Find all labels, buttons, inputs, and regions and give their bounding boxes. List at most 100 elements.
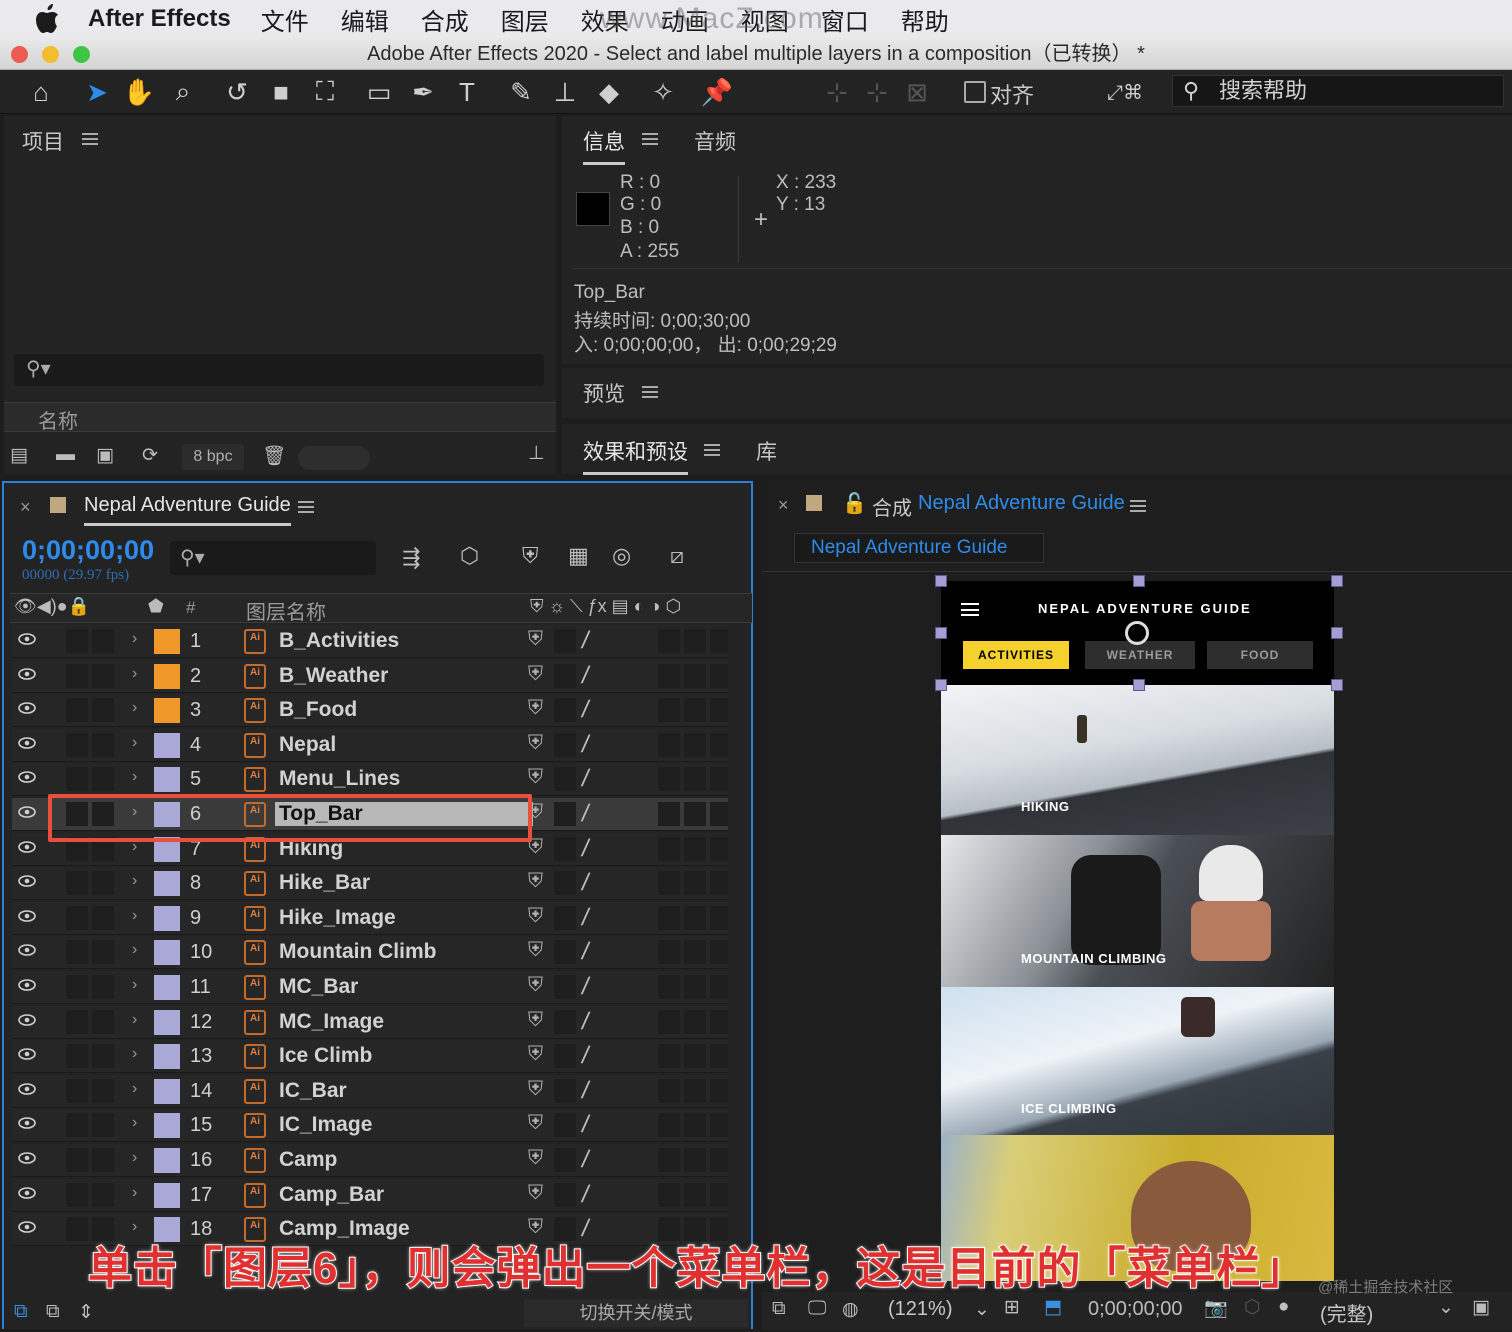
lock-switch[interactable] [92,629,114,653]
lock-switch[interactable] [92,767,114,792]
motion-blur-switch[interactable] [658,767,680,792]
mask-icon[interactable]: ◍ [842,1298,859,1321]
motion-blur-switch[interactable] [658,802,680,826]
layer-label-color[interactable] [154,975,180,1000]
lock-switch[interactable] [92,905,114,930]
solo-switch[interactable] [66,1009,88,1034]
3d-layer-switch[interactable] [710,905,728,930]
quality-switch-icon[interactable]: / [580,1008,591,1036]
chevron-right-icon[interactable]: › [132,1114,137,1132]
menu-window[interactable]: 窗口 [821,2,869,37]
lock-switch[interactable] [92,940,114,965]
motion-blur-switch[interactable] [658,1113,680,1138]
collapse-switch[interactable] [554,663,576,688]
layer-row[interactable]: › 14 Ai IC_Bar ⛨ / [12,1074,728,1108]
adjustment-switch[interactable] [684,767,706,792]
eye-icon[interactable] [18,633,36,645]
axis-view-icon[interactable]: ⊠ [900,76,934,108]
project-search-input[interactable]: ⚲▾ [14,354,544,386]
layer-row[interactable]: › 17 Ai Camp_Bar ⛨ / [12,1178,728,1212]
layer-row[interactable]: › 13 Ai Ice Climb ⛨ / [12,1040,728,1074]
layer-name[interactable]: Ice Climb [279,1044,372,1068]
collapse-switch[interactable] [554,905,576,930]
eye-icon[interactable] [18,1013,36,1026]
layer-row[interactable]: › 15 Ai IC_Image ⛨ / [12,1109,728,1143]
interpret-footage-icon[interactable]: ▤ [10,444,28,467]
grid-guides-icon[interactable]: ⊞ [1004,1296,1020,1319]
motion-blur-switch[interactable] [658,940,680,965]
solo-switch[interactable] [66,732,88,757]
lock-switch[interactable] [92,1113,114,1138]
zoom-dropdown[interactable]: (121%) [888,1298,952,1321]
tab-info[interactable]: 信息 [583,126,625,165]
solo-switch[interactable] [66,975,88,999]
layer-label-color[interactable] [154,1009,180,1035]
chevron-right-icon[interactable]: › [132,734,137,752]
transform-handle[interactable] [1133,679,1145,691]
thumbnail-slider[interactable] [298,446,370,470]
3d-layer-switch[interactable] [710,1009,728,1034]
layer-name[interactable]: Camp [279,1148,337,1172]
layer-label-color[interactable] [154,698,180,724]
type-tool-icon[interactable]: T [450,76,484,108]
layer-label-color[interactable] [154,1078,180,1104]
monitor-icon[interactable]: 🖵 [808,1298,826,1320]
tab-effects-presets[interactable]: 效果和预设 [583,436,688,475]
eye-icon[interactable] [18,1048,36,1060]
chevron-down-icon[interactable]: ⌄ [974,1298,990,1321]
adjustment-switch[interactable] [684,1078,706,1103]
collapse-switch[interactable] [554,975,576,999]
new-composition-icon[interactable]: ▣ [96,444,114,467]
rotate-tool-icon[interactable]: ↺ [220,76,254,108]
eye-icon[interactable] [18,1117,36,1130]
quality-switch-icon[interactable]: / [580,869,591,897]
transform-handle[interactable] [1331,627,1343,639]
3d-layer-switch[interactable] [710,802,728,826]
column-layer-name[interactable]: 图层名称 [246,596,326,625]
zoom-tool-icon[interactable]: ⌕ [166,76,200,108]
quality-switch-icon[interactable]: / [580,1111,591,1139]
3d-layer-switch[interactable] [710,732,728,757]
adjustment-switch[interactable] [684,663,706,688]
motion-blur-switch[interactable] [658,871,680,896]
solo-switch[interactable] [66,1044,88,1069]
adjustment-switch[interactable] [684,1009,706,1034]
menu-app-name[interactable]: After Effects [88,5,231,33]
preview-menu-icon[interactable] [642,386,658,398]
region-of-interest-icon[interactable]: ⬒ [1044,1296,1062,1319]
layer-name[interactable]: Nepal [279,733,336,757]
layer-name[interactable]: IC_Bar [279,1079,347,1103]
quality-switch-icon[interactable]: / [580,1146,591,1174]
nav-weather[interactable]: WEATHER [1085,641,1195,669]
comp-name[interactable]: Nepal Adventure Guide [918,492,1125,515]
transfer-controls-icon[interactable]: ⧉ [46,1301,60,1323]
quality-switch-icon[interactable]: / [580,1077,591,1105]
tab-project[interactable]: 项目 [22,126,64,156]
effects-menu-icon[interactable] [704,444,720,456]
collapse-switch[interactable] [554,802,576,826]
collapse-switch[interactable] [554,767,576,792]
quality-switch-icon[interactable]: / [580,973,591,1001]
hand-tool-icon[interactable]: ✋ [122,76,156,108]
lock-switch[interactable] [92,1148,114,1172]
3d-layer-switch[interactable] [710,629,728,653]
timeline-menu-icon[interactable] [298,501,314,513]
chevron-right-icon[interactable]: › [132,1184,137,1202]
anchor-point-icon[interactable] [1125,621,1149,645]
adjustment-switch[interactable] [684,1148,706,1172]
solo-switch[interactable] [66,1113,88,1138]
layer-name[interactable]: B_Activities [279,629,399,653]
axis-local-icon[interactable]: ⊹ [820,76,854,108]
lock-switch[interactable] [92,1009,114,1034]
shy-switch-icon[interactable]: ⛨ [528,1112,543,1135]
snapshot-camera-icon[interactable]: 📷 [1204,1296,1228,1320]
quality-switch-icon[interactable]: / [580,938,591,966]
layer-switches-icon[interactable]: ⧉ [14,1301,28,1323]
3d-layer-switch[interactable] [710,767,728,792]
chevron-right-icon[interactable]: › [132,1149,137,1167]
flowchart-icon[interactable]: ⊥ [528,442,545,465]
collapse-switch[interactable] [554,629,576,653]
chevron-right-icon[interactable]: › [132,768,137,786]
project-settings-icon[interactable]: ⟳ [142,444,158,467]
adjustment-switch[interactable] [684,802,706,826]
